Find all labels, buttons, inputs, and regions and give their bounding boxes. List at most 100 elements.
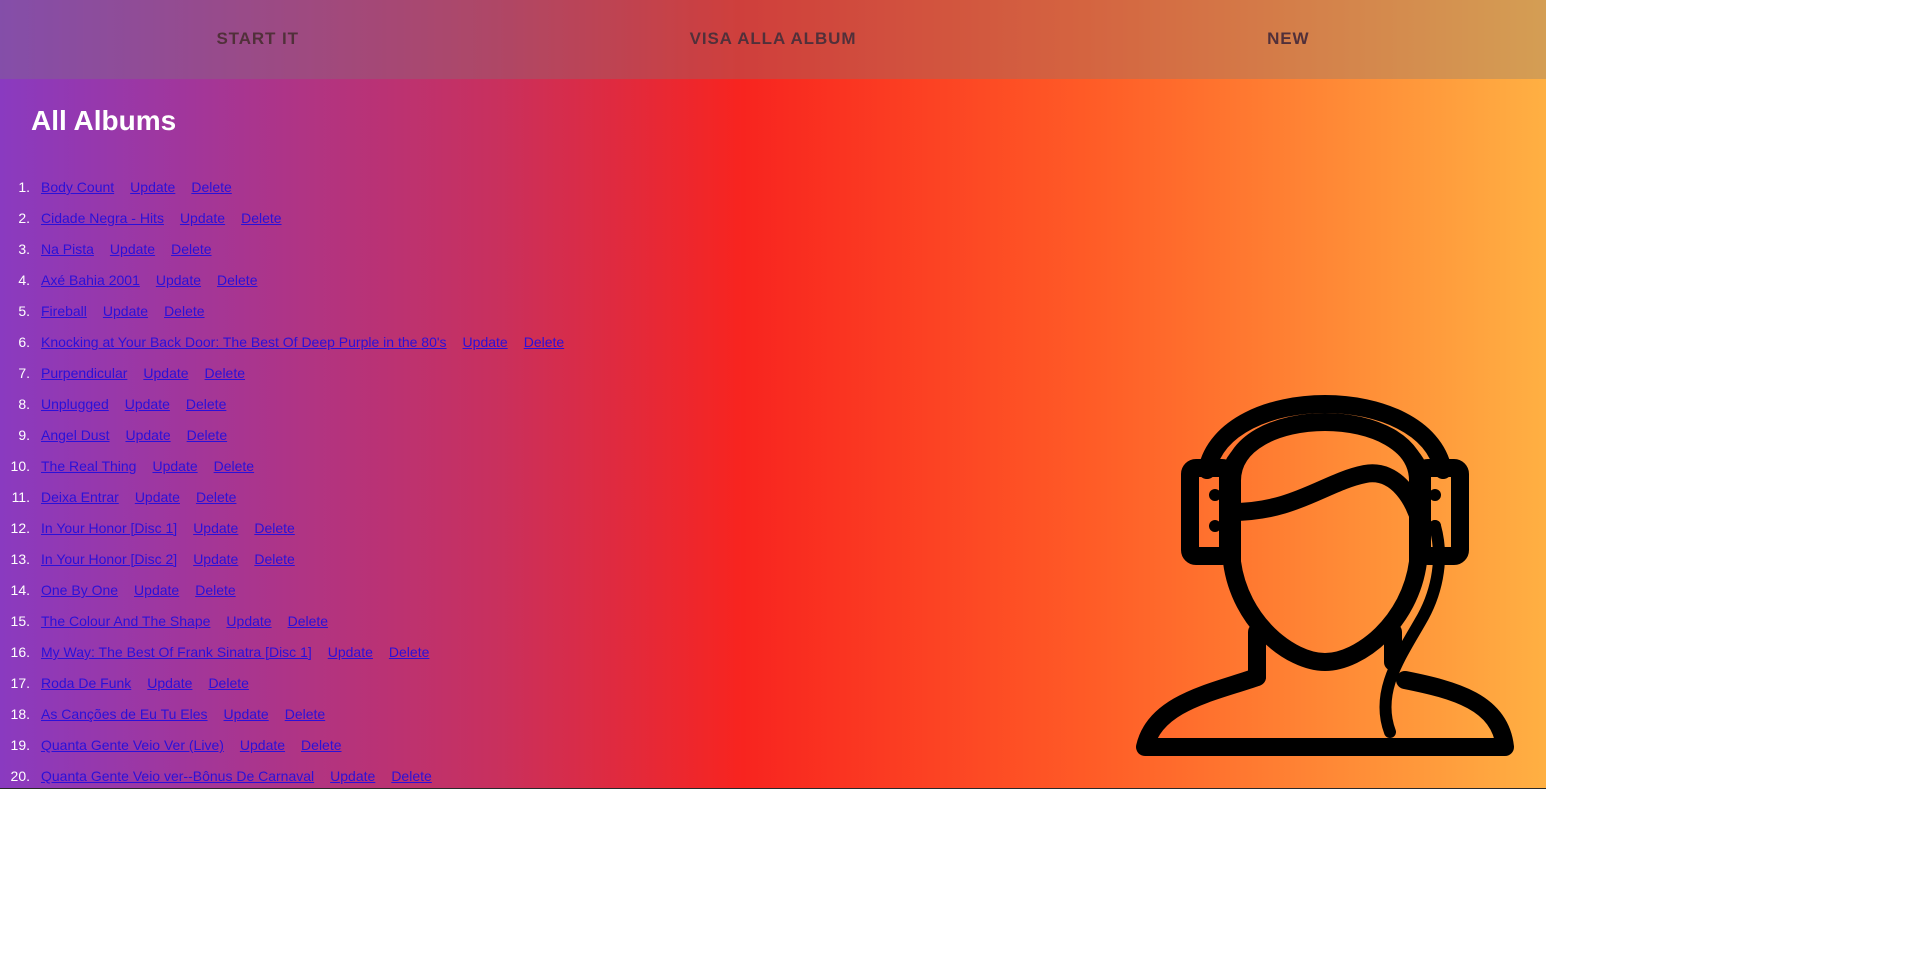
update-link[interactable]: Update	[226, 610, 271, 641]
album-number: 7.	[18, 365, 30, 381]
album-row: 4. Axé Bahia 2001 Update Delete	[0, 269, 564, 300]
page-title: All Albums	[31, 105, 177, 136]
album-number: 9.	[18, 427, 30, 443]
nav-new[interactable]: NEW	[1031, 0, 1546, 79]
delete-link[interactable]: Delete	[301, 734, 341, 765]
update-link[interactable]: Update	[147, 672, 192, 703]
album-title-link[interactable]: The Real Thing	[41, 455, 136, 486]
album-row: 14. One By One Update Delete	[0, 579, 564, 610]
delete-link[interactable]: Delete	[241, 207, 281, 238]
album-title-link[interactable]: In Your Honor [Disc 1]	[41, 517, 177, 548]
album-row: 12. In Your Honor [Disc 1] Update Delete	[0, 517, 564, 548]
update-link[interactable]: Update	[125, 424, 170, 455]
album-title-link[interactable]: Roda De Funk	[41, 672, 131, 703]
album-title-link[interactable]: Unplugged	[41, 393, 109, 424]
delete-link[interactable]: Delete	[205, 362, 245, 393]
update-link[interactable]: Update	[134, 579, 179, 610]
delete-link[interactable]: Delete	[208, 672, 248, 703]
album-title-link[interactable]: Knocking at Your Back Door: The Best Of …	[41, 331, 447, 362]
album-title-link[interactable]: In Your Honor [Disc 2]	[41, 548, 177, 579]
delete-link[interactable]: Delete	[214, 455, 254, 486]
album-row: 8. Unplugged Update Delete	[0, 393, 564, 424]
album-title-link[interactable]: Quanta Gente Veio ver--Bônus De Carnaval	[41, 765, 314, 789]
update-link[interactable]: Update	[152, 455, 197, 486]
update-link[interactable]: Update	[125, 393, 170, 424]
album-row: 16. My Way: The Best Of Frank Sinatra [Di…	[0, 641, 564, 672]
update-link[interactable]: Update	[330, 765, 375, 789]
album-title-link[interactable]: As Canções de Eu Tu Eles	[41, 703, 208, 734]
update-link[interactable]: Update	[143, 362, 188, 393]
album-number: 14.	[10, 582, 30, 598]
delete-link[interactable]: Delete	[217, 269, 257, 300]
album-row: 5. Fireball Update Delete	[0, 300, 564, 331]
update-link[interactable]: Update	[224, 703, 269, 734]
delete-link[interactable]: Delete	[186, 393, 226, 424]
delete-link[interactable]: Delete	[285, 703, 325, 734]
album-number: 8.	[18, 396, 30, 412]
album-number: 11.	[11, 489, 30, 505]
delete-link[interactable]: Delete	[524, 331, 564, 362]
album-row: 2. Cidade Negra - Hits Update Delete	[0, 207, 564, 238]
album-title-link[interactable]: Angel Dust	[41, 424, 109, 455]
album-title-link[interactable]: My Way: The Best Of Frank Sinatra [Disc …	[41, 641, 312, 672]
album-title-link[interactable]: One By One	[41, 579, 118, 610]
delete-link[interactable]: Delete	[187, 424, 227, 455]
album-row: 6. Knocking at Your Back Door: The Best O…	[0, 331, 564, 362]
album-number: 10.	[10, 458, 30, 474]
album-title-link[interactable]: Body Count	[41, 176, 114, 207]
nav-show-all-albums[interactable]: VISA ALLA ALBUM	[515, 0, 1030, 79]
album-title-link[interactable]: Purpendicular	[41, 362, 127, 393]
update-link[interactable]: Update	[110, 238, 155, 269]
delete-link[interactable]: Delete	[389, 641, 429, 672]
album-number: 19.	[10, 737, 30, 753]
album-row: 19. Quanta Gente Veio Ver (Live) Update Del…	[0, 734, 564, 765]
album-number: 18.	[10, 706, 30, 722]
album-title-link[interactable]: Axé Bahia 2001	[41, 269, 140, 300]
album-row: 7. Purpendicular Update Delete	[0, 362, 564, 393]
album-number: 3.	[18, 241, 30, 257]
album-number: 16.	[10, 644, 30, 660]
delete-link[interactable]: Delete	[254, 548, 294, 579]
album-title-link[interactable]: Na Pista	[41, 238, 94, 269]
delete-link[interactable]: Delete	[196, 486, 236, 517]
delete-link[interactable]: Delete	[191, 176, 231, 207]
album-row: 20. Quanta Gente Veio ver--Bônus De Carna…	[0, 765, 564, 789]
album-row: 13. In Your Honor [Disc 2] Update Delete	[0, 548, 564, 579]
update-link[interactable]: Update	[240, 734, 285, 765]
update-link[interactable]: Update	[180, 207, 225, 238]
delete-link[interactable]: Delete	[171, 238, 211, 269]
album-list: 1. Body Count Update Delete 2. Cidade Negra -…	[0, 176, 565, 789]
update-link[interactable]: Update	[103, 300, 148, 331]
delete-link[interactable]: Delete	[288, 610, 328, 641]
nav-start-it[interactable]: START IT	[0, 0, 515, 79]
album-title-link[interactable]: Quanta Gente Veio Ver (Live)	[41, 734, 224, 765]
album-title-link[interactable]: The Colour And The Shape	[41, 610, 210, 641]
album-number: 2.	[18, 210, 30, 226]
delete-link[interactable]: Delete	[254, 517, 294, 548]
album-title-link[interactable]: Deixa Entrar	[41, 486, 119, 517]
album-row: 11. Deixa Entrar Update Delete	[0, 486, 564, 517]
album-row: 9. Angel Dust Update Delete	[0, 424, 564, 455]
delete-link[interactable]: Delete	[195, 579, 235, 610]
update-link[interactable]: Update	[328, 641, 373, 672]
album-number: 17.	[10, 675, 30, 691]
update-link[interactable]: Update	[193, 517, 238, 548]
album-number: 20.	[10, 768, 30, 784]
update-link[interactable]: Update	[130, 176, 175, 207]
album-row: 18. As Canções de Eu Tu Eles Update Delete	[0, 703, 564, 734]
headphones-person-icon	[1136, 395, 1514, 756]
update-link[interactable]: Update	[193, 548, 238, 579]
update-link[interactable]: Update	[156, 269, 201, 300]
update-link[interactable]: Update	[463, 331, 508, 362]
album-number: 12.	[10, 520, 30, 536]
album-number: 15.	[10, 613, 30, 629]
delete-link[interactable]: Delete	[391, 765, 431, 789]
update-link[interactable]: Update	[135, 486, 180, 517]
album-row: 1. Body Count Update Delete	[0, 176, 564, 207]
album-row: 15. The Colour And The Shape Update Delete	[0, 610, 564, 641]
delete-link[interactable]: Delete	[164, 300, 204, 331]
bottom-divider	[0, 788, 1546, 789]
album-title-link[interactable]: Fireball	[41, 300, 87, 331]
album-row: 10. The Real Thing Update Delete	[0, 455, 564, 486]
album-title-link[interactable]: Cidade Negra - Hits	[41, 207, 164, 238]
